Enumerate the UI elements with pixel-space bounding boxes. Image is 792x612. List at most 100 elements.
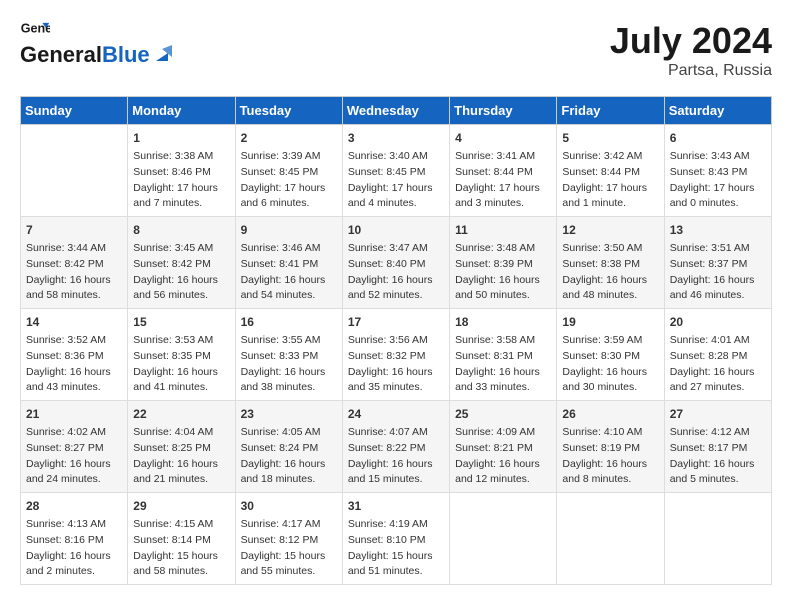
day-cell: 13 Sunrise: 3:51 AM Sunset: 8:37 PM Dayli… [664, 217, 771, 309]
day-info: Sunrise: 4:02 AM Sunset: 8:27 PM Dayligh… [26, 425, 122, 488]
day-cell [450, 493, 557, 585]
header-cell-saturday: Saturday [664, 97, 771, 125]
day-info: Sunrise: 4:19 AM Sunset: 8:10 PM Dayligh… [348, 517, 444, 580]
day-info: Sunrise: 4:04 AM Sunset: 8:25 PM Dayligh… [133, 425, 229, 488]
day-cell [557, 493, 664, 585]
day-cell: 30 Sunrise: 4:17 AM Sunset: 8:12 PM Dayli… [235, 493, 342, 585]
day-number: 16 [241, 313, 337, 331]
day-info: Sunrise: 3:41 AM Sunset: 8:44 PM Dayligh… [455, 149, 551, 212]
week-row-5: 28 Sunrise: 4:13 AM Sunset: 8:16 PM Dayli… [21, 493, 772, 585]
day-info: Sunrise: 3:43 AM Sunset: 8:43 PM Dayligh… [670, 149, 766, 212]
header-cell-thursday: Thursday [450, 97, 557, 125]
day-cell: 11Sunrise: 3:48 AM Sunset: 8:39 PM Dayli… [450, 217, 557, 309]
week-row-1: 1 Sunrise: 3:38 AM Sunset: 8:46 PM Daylig… [21, 125, 772, 217]
day-cell: 12Sunrise: 3:50 AM Sunset: 8:38 PM Dayli… [557, 217, 664, 309]
day-cell: 16 Sunrise: 3:55 AM Sunset: 8:33 PM Dayli… [235, 309, 342, 401]
header-row: SundayMondayTuesdayWednesdayThursdayFrid… [21, 97, 772, 125]
day-cell [664, 493, 771, 585]
day-info: Sunrise: 4:12 AM Sunset: 8:17 PM Dayligh… [670, 425, 766, 488]
day-number: 6 [670, 129, 766, 147]
day-info: Sunrise: 3:58 AM Sunset: 8:31 PM Dayligh… [455, 333, 551, 396]
header-cell-tuesday: Tuesday [235, 97, 342, 125]
day-number: 14 [26, 313, 122, 331]
day-info: Sunrise: 3:55 AM Sunset: 8:33 PM Dayligh… [241, 333, 337, 396]
day-cell: 26Sunrise: 4:10 AM Sunset: 8:19 PM Dayli… [557, 401, 664, 493]
day-number: 8 [133, 221, 229, 239]
day-info: Sunrise: 3:50 AM Sunset: 8:38 PM Dayligh… [562, 241, 658, 304]
calendar-body: 1 Sunrise: 3:38 AM Sunset: 8:46 PM Daylig… [21, 125, 772, 585]
main-title: July 2024 [610, 20, 772, 62]
day-cell: 6 Sunrise: 3:43 AM Sunset: 8:43 PM Daylig… [664, 125, 771, 217]
day-cell: 21Sunrise: 4:02 AM Sunset: 8:27 PM Dayli… [21, 401, 128, 493]
logo: General General Blue [20, 20, 172, 68]
title-block: July 2024 Partsa, Russia [610, 20, 772, 80]
day-info: Sunrise: 3:59 AM Sunset: 8:30 PM Dayligh… [562, 333, 658, 396]
day-info: Sunrise: 3:52 AM Sunset: 8:36 PM Dayligh… [26, 333, 122, 396]
day-number: 4 [455, 129, 551, 147]
logo-triangle-icon [152, 45, 172, 65]
week-row-4: 21Sunrise: 4:02 AM Sunset: 8:27 PM Dayli… [21, 401, 772, 493]
day-info: Sunrise: 3:38 AM Sunset: 8:46 PM Dayligh… [133, 149, 229, 212]
day-number: 27 [670, 405, 766, 423]
day-info: Sunrise: 4:13 AM Sunset: 8:16 PM Dayligh… [26, 517, 122, 580]
day-cell: 28 Sunrise: 4:13 AM Sunset: 8:16 PM Dayli… [21, 493, 128, 585]
day-info: Sunrise: 3:44 AM Sunset: 8:42 PM Dayligh… [26, 241, 122, 304]
day-number: 1 [133, 129, 229, 147]
day-cell: 25Sunrise: 4:09 AM Sunset: 8:21 PM Dayli… [450, 401, 557, 493]
day-cell [21, 125, 128, 217]
day-cell: 7Sunrise: 3:44 AM Sunset: 8:42 PM Daylig… [21, 217, 128, 309]
logo-general-text: General [20, 42, 102, 68]
day-number: 15 [133, 313, 229, 331]
week-row-2: 7Sunrise: 3:44 AM Sunset: 8:42 PM Daylig… [21, 217, 772, 309]
header-cell-friday: Friday [557, 97, 664, 125]
day-cell: 14 Sunrise: 3:52 AM Sunset: 8:36 PM Dayli… [21, 309, 128, 401]
day-info: Sunrise: 3:47 AM Sunset: 8:40 PM Dayligh… [348, 241, 444, 304]
day-number: 2 [241, 129, 337, 147]
day-number: 18 [455, 313, 551, 331]
day-cell: 17 Sunrise: 3:56 AM Sunset: 8:32 PM Dayli… [342, 309, 449, 401]
day-info: Sunrise: 4:17 AM Sunset: 8:12 PM Dayligh… [241, 517, 337, 580]
day-info: Sunrise: 3:53 AM Sunset: 8:35 PM Dayligh… [133, 333, 229, 396]
day-cell: 1 Sunrise: 3:38 AM Sunset: 8:46 PM Daylig… [128, 125, 235, 217]
day-info: Sunrise: 3:40 AM Sunset: 8:45 PM Dayligh… [348, 149, 444, 212]
logo-blue-text: Blue [102, 42, 150, 68]
day-cell: 4 Sunrise: 3:41 AM Sunset: 8:44 PM Daylig… [450, 125, 557, 217]
day-cell: 22Sunrise: 4:04 AM Sunset: 8:25 PM Dayli… [128, 401, 235, 493]
day-info: Sunrise: 3:46 AM Sunset: 8:41 PM Dayligh… [241, 241, 337, 304]
day-number: 13 [670, 221, 766, 239]
day-info: Sunrise: 4:15 AM Sunset: 8:14 PM Dayligh… [133, 517, 229, 580]
day-number: 24 [348, 405, 444, 423]
day-info: Sunrise: 4:01 AM Sunset: 8:28 PM Dayligh… [670, 333, 766, 396]
day-number: 10 [348, 221, 444, 239]
day-info: Sunrise: 3:42 AM Sunset: 8:44 PM Dayligh… [562, 149, 658, 212]
day-number: 29 [133, 497, 229, 515]
logo-icon: General [20, 20, 50, 40]
day-number: 19 [562, 313, 658, 331]
day-cell: 18 Sunrise: 3:58 AM Sunset: 8:31 PM Dayli… [450, 309, 557, 401]
day-number: 28 [26, 497, 122, 515]
page-header: General General Blue July 2024 Partsa, R… [20, 20, 772, 80]
day-info: Sunrise: 4:09 AM Sunset: 8:21 PM Dayligh… [455, 425, 551, 488]
day-info: Sunrise: 3:56 AM Sunset: 8:32 PM Dayligh… [348, 333, 444, 396]
header-cell-monday: Monday [128, 97, 235, 125]
day-cell: 10 Sunrise: 3:47 AM Sunset: 8:40 PM Dayli… [342, 217, 449, 309]
day-cell: 5Sunrise: 3:42 AM Sunset: 8:44 PM Daylig… [557, 125, 664, 217]
day-cell: 3 Sunrise: 3:40 AM Sunset: 8:45 PM Daylig… [342, 125, 449, 217]
day-cell: 2 Sunrise: 3:39 AM Sunset: 8:45 PM Daylig… [235, 125, 342, 217]
day-info: Sunrise: 3:39 AM Sunset: 8:45 PM Dayligh… [241, 149, 337, 212]
day-info: Sunrise: 4:07 AM Sunset: 8:22 PM Dayligh… [348, 425, 444, 488]
day-cell: 9Sunrise: 3:46 AM Sunset: 8:41 PM Daylig… [235, 217, 342, 309]
day-info: Sunrise: 3:51 AM Sunset: 8:37 PM Dayligh… [670, 241, 766, 304]
day-cell: 8Sunrise: 3:45 AM Sunset: 8:42 PM Daylig… [128, 217, 235, 309]
day-number: 3 [348, 129, 444, 147]
day-number: 17 [348, 313, 444, 331]
day-cell: 15 Sunrise: 3:53 AM Sunset: 8:35 PM Dayli… [128, 309, 235, 401]
day-info: Sunrise: 4:05 AM Sunset: 8:24 PM Dayligh… [241, 425, 337, 488]
day-number: 23 [241, 405, 337, 423]
day-number: 20 [670, 313, 766, 331]
day-info: Sunrise: 4:10 AM Sunset: 8:19 PM Dayligh… [562, 425, 658, 488]
day-number: 30 [241, 497, 337, 515]
day-number: 31 [348, 497, 444, 515]
day-cell: 20 Sunrise: 4:01 AM Sunset: 8:28 PM Dayli… [664, 309, 771, 401]
day-cell: 19 Sunrise: 3:59 AM Sunset: 8:30 PM Dayli… [557, 309, 664, 401]
